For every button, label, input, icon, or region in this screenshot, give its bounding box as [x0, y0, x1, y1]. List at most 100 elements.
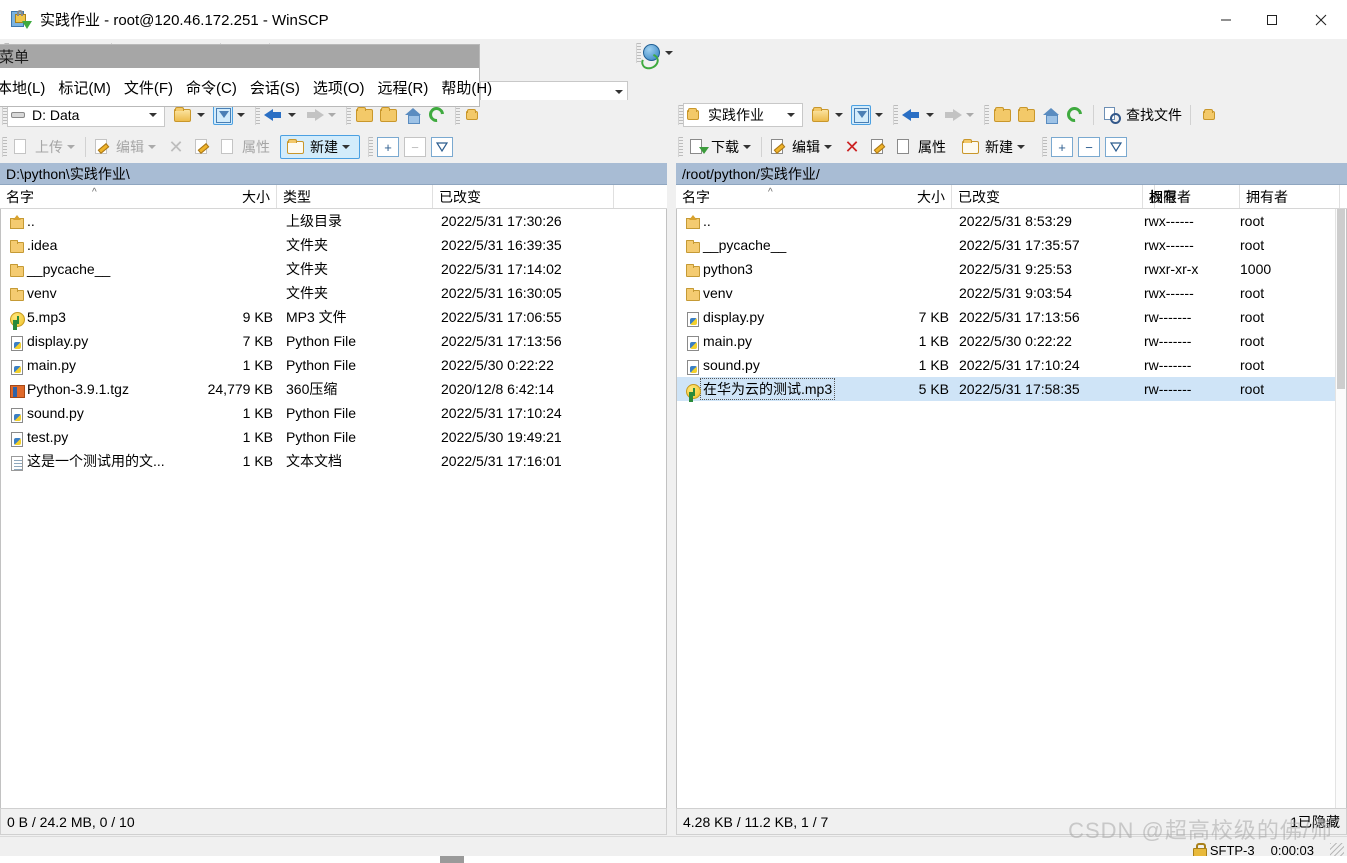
table-row[interactable]: sound.py 1 KB Python File 2022/5/31 17:10:2…	[1, 401, 666, 425]
cell-rights: rwxr-xr-x	[1144, 261, 1199, 277]
cell-modified: 2022/5/30 0:22:22	[441, 357, 554, 373]
upload-icon[interactable]	[11, 137, 31, 157]
remote-rename-icon[interactable]	[868, 137, 888, 157]
minimize-button[interactable]	[1203, 0, 1249, 39]
edit-icon[interactable]	[92, 137, 112, 157]
folder-icon	[7, 237, 24, 253]
delete-x-icon[interactable]: ✕	[166, 137, 186, 157]
table-row[interactable]: venv 2022/5/31 9:03:54 rwx------ root	[677, 281, 1346, 305]
remote-open-folder-icon[interactable]	[811, 105, 831, 125]
remote-bookmark-icon[interactable]	[1199, 105, 1219, 125]
remote-new-button[interactable]: 新建	[956, 135, 1034, 159]
menu-item-options[interactable]: 选项(O)	[313, 77, 365, 98]
menu-item-help[interactable]: 帮助(H)	[441, 77, 492, 98]
local-header-filler[interactable]	[614, 185, 666, 208]
remote-path-label: 实践作业	[708, 107, 764, 123]
table-row[interactable]: main.py 1 KB 2022/5/30 0:22:22 rw------- roo…	[677, 329, 1346, 353]
remote-select-minus-button[interactable]: −	[1078, 137, 1100, 157]
table-row[interactable]: display.py 7 KB Python File 2022/5/31 17:13…	[1, 329, 666, 353]
table-row[interactable]: Python-3.9.1.tgz 24,779 KB 360压缩 2020/12/8 …	[1, 377, 666, 401]
table-row[interactable]: __pycache__ 2022/5/31 17:35:57 rwx------ ro…	[677, 233, 1346, 257]
table-row[interactable]: .. 2022/5/31 8:53:29 rwx------ root	[677, 209, 1346, 233]
local-select-invert-button[interactable]	[431, 137, 453, 157]
local-root-dir-icon[interactable]	[379, 105, 399, 125]
remote-header-owner2[interactable]: 拥有者	[1240, 185, 1340, 208]
cell-size	[181, 209, 273, 233]
menu-item-session[interactable]: 会话(S)	[250, 77, 300, 98]
menu-item-local[interactable]: 本地(L)	[0, 77, 45, 98]
table-row[interactable]: sound.py 1 KB 2022/5/31 17:10:24 rw------- r…	[677, 353, 1346, 377]
remote-parent-dir-icon[interactable]	[993, 105, 1013, 125]
window-controls	[1203, 0, 1347, 39]
menu-item-files[interactable]: 文件(F)	[124, 77, 173, 98]
menu-item-commands[interactable]: 命令(C)	[186, 77, 237, 98]
remote-vertical-scrollbar[interactable]	[1335, 209, 1346, 812]
folder-icon	[683, 261, 700, 277]
remote-forward-icon[interactable]	[942, 105, 962, 125]
table-row[interactable]: display.py 7 KB 2022/5/31 17:13:56 rw------…	[677, 305, 1346, 329]
remote-filter-icon[interactable]	[851, 105, 871, 125]
table-row[interactable]: .idea 文件夹 2022/5/31 16:39:35	[1, 233, 666, 257]
local-file-list[interactable]: .. 上级目录 2022/5/31 17:30:26 .idea 文件夹 2022/5/3…	[0, 209, 667, 813]
remote-scrollbar-thumb[interactable]	[1337, 209, 1345, 389]
table-row[interactable]: venv 文件夹 2022/5/31 16:30:05	[1, 281, 666, 305]
remote-home-dir-icon[interactable]	[1041, 105, 1061, 125]
duplicate-icon[interactable]	[218, 137, 238, 157]
remote-header-size[interactable]: 大小	[866, 185, 952, 208]
remote-edit-icon[interactable]	[768, 137, 788, 157]
table-row[interactable]: .. 上级目录 2022/5/31 17:30:26	[1, 209, 666, 233]
remote-select-invert-button[interactable]	[1105, 137, 1127, 157]
remote-header-rights[interactable]: 权限	[1143, 185, 1240, 208]
rename-icon[interactable]	[192, 137, 212, 157]
remote-refresh-icon[interactable]	[1063, 103, 1086, 126]
menu-item-mark[interactable]: 标记(M)	[58, 77, 111, 98]
close-button[interactable]	[1295, 0, 1347, 39]
remote-back-icon[interactable]	[902, 105, 922, 125]
remote-delete-x-icon[interactable]: ✕	[842, 137, 862, 157]
table-row[interactable]: 在华为云的测试.mp3 5 KB 2022/5/31 17:58:35 rw-----…	[677, 377, 1346, 401]
download-icon[interactable]	[687, 137, 709, 157]
remote-path-bar[interactable]: /root/python/实践作业/	[676, 163, 1347, 185]
remote-select-plus-button[interactable]: +	[1051, 137, 1073, 157]
folder-icon	[683, 237, 700, 253]
local-select-plus-button[interactable]: +	[377, 137, 399, 157]
remote-duplicate-icon[interactable]	[894, 137, 914, 157]
remote-root-dir-icon[interactable]	[1017, 105, 1037, 125]
table-row[interactable]: test.py 1 KB Python File 2022/5/30 19:49:21	[1, 425, 666, 449]
cell-rights: rw-------	[1144, 309, 1192, 325]
remote-file-list[interactable]: .. 2022/5/31 8:53:29 rwx------ root __pycach…	[676, 209, 1347, 813]
local-open-folder-icon[interactable]	[173, 105, 193, 125]
open-in-browser-icon[interactable]	[641, 43, 661, 63]
local-header-type[interactable]: 类型	[277, 185, 433, 208]
menu-popup-overlay[interactable]: 菜单 本地(L) 标记(M) 文件(F) 命令(C) 会话(S) 选项(O) 远…	[0, 44, 492, 107]
upload-label: 上传	[35, 139, 63, 155]
table-row[interactable]: 5.mp3 9 KB MP3 文件 2022/5/31 17:06:55	[1, 305, 666, 329]
table-row[interactable]: python3 2022/5/31 9:25:53 rwxr-xr-x 1000	[677, 257, 1346, 281]
local-forward-icon[interactable]	[304, 105, 324, 125]
panel-status-bars: 0 B / 24.2 MB, 0 / 10 4.28 KB / 11.2 KB,…	[0, 808, 1347, 836]
local-refresh-icon[interactable]	[425, 103, 448, 126]
local-header-modified[interactable]: 已改变	[433, 185, 614, 208]
local-bookmark-icon[interactable]	[462, 105, 482, 125]
local-parent-dir-icon[interactable]	[355, 105, 375, 125]
maximize-button[interactable]	[1249, 0, 1295, 39]
resize-grip[interactable]	[1330, 843, 1344, 857]
remote-path-combo[interactable]: 实践作业	[683, 103, 803, 127]
lock-icon	[1192, 843, 1207, 859]
table-row[interactable]: __pycache__ 文件夹 2022/5/31 17:14:02	[1, 257, 666, 281]
local-filter-icon[interactable]	[213, 105, 233, 125]
local-new-button[interactable]: 新建	[280, 135, 360, 159]
local-back-icon[interactable]	[264, 105, 284, 125]
local-home-dir-icon[interactable]	[403, 105, 423, 125]
remote-edit-label: 编辑	[792, 139, 820, 155]
table-row[interactable]: 这是一个测试用的文... 1 KB 文本文档 2022/5/31 17:16:01	[1, 449, 666, 473]
table-row[interactable]: main.py 1 KB Python File 2022/5/30 0:22:22	[1, 353, 666, 377]
local-select-minus-button[interactable]: −	[404, 137, 426, 157]
local-path-bar[interactable]: D:\python\实践作业\	[0, 163, 667, 185]
menu-item-remote[interactable]: 远程(R)	[378, 77, 429, 98]
find-files-icon[interactable]	[1102, 105, 1122, 125]
remote-header-modified[interactable]: 已改变	[952, 185, 1143, 208]
file-name: __pycache__	[703, 237, 787, 253]
cell-modified: 2022/5/31 16:30:05	[441, 285, 562, 301]
local-header-size[interactable]: 大小	[180, 185, 277, 208]
